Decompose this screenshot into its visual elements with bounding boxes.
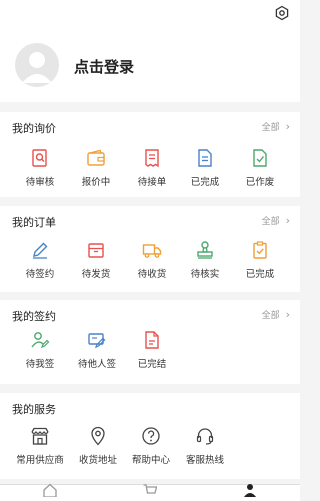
contracts-more-link[interactable]: 全部 ›	[262, 308, 290, 321]
box-icon	[88, 243, 104, 258]
service-suppliers[interactable]: 常用供应商	[10, 426, 70, 466]
doc-finished-icon	[145, 331, 159, 349]
contracts-title: 我的签约	[12, 310, 56, 323]
doc-void-icon	[253, 149, 267, 167]
location-icon	[91, 426, 105, 446]
chevron-right-icon: ›	[285, 120, 290, 133]
item-label: 已完成	[245, 269, 275, 280]
sign-other-icon	[88, 333, 106, 349]
orders-section: 我的订单 全部 › 待签约 待发货 待收货 待核实 已完成	[0, 206, 300, 292]
item-label: 待发货	[81, 269, 111, 280]
item-label: 待审核	[25, 177, 55, 188]
order-completed[interactable]: 已完成	[234, 240, 286, 280]
help-icon	[142, 427, 160, 445]
tab-bar	[0, 483, 300, 501]
home-icon[interactable]	[43, 483, 57, 497]
avatar[interactable]	[15, 43, 59, 87]
contract-my-signature[interactable]: 待我签	[14, 330, 66, 370]
item-label: 已完结	[137, 359, 167, 370]
item-label: 待我签	[25, 359, 55, 370]
contracts-section: 我的签约 全部 › 待我签 待他人签 已完结	[0, 300, 300, 384]
inquiry-pending-review[interactable]: 待审核	[14, 148, 66, 188]
item-label: 待签约	[25, 269, 55, 280]
order-to-verify[interactable]: 待核实	[179, 240, 231, 280]
sign-user-icon	[31, 332, 50, 349]
inquiry-section: 我的询价 全部 › 待审核 报价中 待接单 已完成 已作废	[0, 112, 300, 197]
headset-icon	[196, 428, 214, 445]
orders-more-link[interactable]: 全部 ›	[262, 214, 290, 227]
item-label: 客服热线	[185, 455, 224, 466]
item-label: 常用供应商	[16, 455, 64, 466]
inquiry-title: 我的询价	[12, 122, 56, 135]
order-to-receive[interactable]: 待收货	[126, 240, 178, 280]
item-label: 收货地址	[78, 455, 117, 466]
inquiry-more-label: 全部	[261, 123, 280, 133]
item-label: 待接单	[137, 177, 167, 188]
login-link[interactable]: 点击登录	[74, 56, 134, 77]
inquiry-quoting[interactable]: 报价中	[70, 148, 122, 188]
cart-icon[interactable]	[143, 483, 157, 497]
shop-icon	[31, 427, 49, 445]
inquiry-completed[interactable]: 已完成	[179, 148, 231, 188]
services-title: 我的服务	[12, 403, 56, 416]
contract-others-signature[interactable]: 待他人签	[68, 330, 126, 370]
order-to-ship[interactable]: 待发货	[70, 240, 122, 280]
chevron-right-icon: ›	[285, 214, 290, 227]
service-hotline[interactable]: 客服热线	[176, 426, 234, 466]
contracts-more-label: 全部	[261, 311, 280, 321]
contract-finished[interactable]: 已完结	[126, 330, 178, 370]
orders-more-label: 全部	[261, 217, 280, 227]
doc-done-icon	[198, 149, 212, 167]
item-label: 待核实	[190, 269, 220, 280]
item-label: 帮助中心	[131, 455, 170, 466]
wallet-icon	[87, 149, 105, 166]
inquiry-voided[interactable]: 已作废	[234, 148, 286, 188]
magnifier-doc-icon	[32, 149, 47, 167]
order-to-sign[interactable]: 待签约	[14, 240, 66, 280]
chevron-right-icon: ›	[285, 308, 290, 321]
clipboard-check-icon	[253, 241, 267, 259]
item-label: 报价中	[81, 177, 111, 188]
item-label: 已完成	[190, 177, 220, 188]
service-help[interactable]: 帮助中心	[122, 426, 180, 466]
item-label: 待他人签	[77, 359, 116, 370]
pen-icon	[33, 242, 48, 259]
settings-icon[interactable]	[274, 5, 290, 21]
truck-icon	[142, 244, 162, 258]
user-icon[interactable]	[243, 483, 257, 497]
profile-header: 点击登录	[0, 0, 300, 102]
stamp-icon	[197, 241, 213, 259]
inquiry-awaiting-accept[interactable]: 待接单	[126, 148, 178, 188]
item-label: 已作废	[245, 177, 275, 188]
orders-title: 我的订单	[12, 216, 56, 229]
services-section: 我的服务 常用供应商 收货地址 帮助中心 客服热线	[0, 393, 300, 479]
inquiry-more-link[interactable]: 全部 ›	[262, 120, 290, 133]
receipt-icon	[145, 149, 159, 168]
service-address[interactable]: 收货地址	[69, 426, 127, 466]
item-label: 待收货	[137, 269, 167, 280]
